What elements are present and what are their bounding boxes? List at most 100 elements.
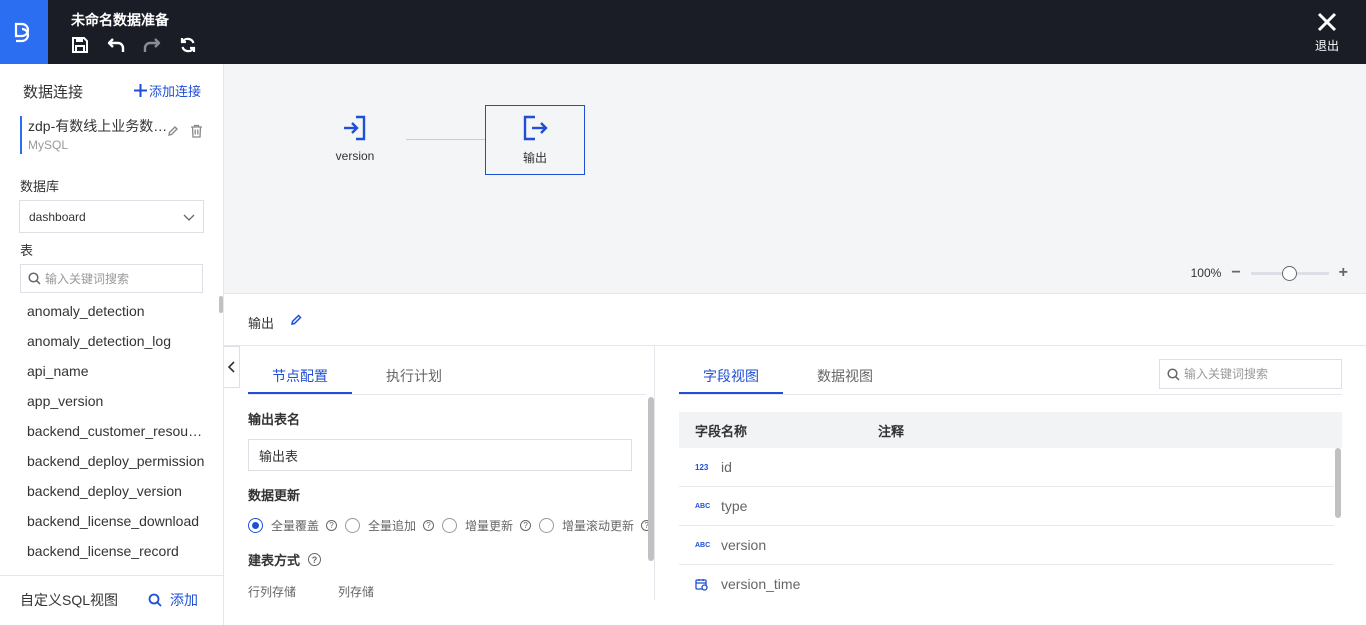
add-connection-button[interactable]: 添加连接 [133,81,201,100]
table-search-input[interactable] [45,271,185,286]
database-value: dashboard [29,209,86,224]
date-type-icon [679,578,721,591]
create-mode-label: 建表方式 [248,553,301,568]
node-label: version [335,149,375,163]
chevron-down-icon [183,214,195,221]
exit-label: 退出 [1314,39,1339,53]
table-item[interactable]: api_name [0,356,205,386]
chevron-left-icon [227,361,235,373]
search-icon [148,593,162,607]
node-version[interactable]: version [305,104,405,174]
node-label: 输出 [522,150,547,165]
connection-item[interactable]: zdp-有数线上业务数据库 MySQL [20,116,210,154]
edit-connection-icon[interactable] [167,125,179,140]
field-table: 字段名称 注释 123 id ABC type ABC version vers… [679,412,1342,600]
plus-icon [133,84,147,97]
close-icon [1317,12,1337,32]
storage-option[interactable]: 列存储 [338,583,374,600]
tab-data-view[interactable]: 数据视图 [783,346,907,394]
table-search [20,264,203,293]
table-row[interactable]: version_time [679,565,1334,600]
table-item[interactable]: anomaly_detection_log [0,326,205,356]
text-type-icon: ABC [695,502,711,510]
update-mode-radios: 全量覆盖 ? 全量追加 ? 增量更新 ? 增量滚动更新 ? [248,517,653,534]
tab-node-config[interactable]: 节点配置 [248,346,352,394]
search-icon [28,272,41,285]
refresh-icon[interactable] [178,35,198,55]
field-table-scrollbar[interactable] [1335,448,1341,518]
help-icon[interactable]: ? [308,553,322,566]
storage-option[interactable]: 行列存储 [248,583,296,600]
create-mode-row: 建表方式 ? [248,550,322,569]
node-panel-header: 输出 [224,294,1366,346]
data-update-label: 数据更新 [248,488,301,503]
table-item[interactable]: anomaly_detection [0,296,205,326]
search-icon [1167,367,1180,381]
field-search-input[interactable] [1184,367,1324,381]
help-icon[interactable]: ? [520,520,532,531]
table-row[interactable]: ABC version [679,526,1334,565]
connection-name: zdp-有数线上业务数据库 [28,118,168,134]
add-sql-view-label: 添加 [170,592,198,608]
text-type-icon: ABC [695,541,711,549]
add-sql-view-button[interactable]: 添加 [148,590,198,610]
field-name: version [721,537,767,553]
logo-icon [14,22,30,43]
app-header: 未命名数据准备 退出 [0,0,1366,64]
database-label: 数据库 [20,179,60,194]
save-icon[interactable] [70,35,90,55]
radio-button[interactable] [248,518,263,533]
custom-sql-section: 自定义SQL视图 添加 [0,575,223,625]
tab-field-view[interactable]: 字段视图 [679,346,783,394]
zoom-slider-thumb[interactable] [1282,265,1298,281]
undo-icon[interactable] [106,35,126,55]
tab-execution-plan[interactable]: 执行计划 [352,346,476,394]
page-title: 未命名数据准备 [71,12,169,28]
pane-divider [654,346,655,600]
radio-button[interactable] [442,518,458,533]
radio-button[interactable] [345,518,361,533]
radio-button[interactable] [539,518,555,533]
radio-full-append[interactable]: 全量追加 ? [345,517,435,534]
output-table-input[interactable] [248,439,632,471]
sidebar: 数据连接 添加连接 zdp-有数线上业务数据库 MySQL 数据库 dashbo… [0,64,224,625]
table-list-scrollbar[interactable] [219,296,223,313]
table-list: anomaly_detection anomaly_detection_log … [0,296,216,576]
column-header: 字段名称 [695,423,748,439]
redo-icon[interactable] [142,35,162,55]
table-item[interactable]: backend_deploy_version [0,476,205,506]
zoom-slider[interactable] [1250,265,1329,281]
radio-label: 增量更新 [465,519,514,533]
zoom-out-button[interactable]: − [1231,265,1240,281]
input-node-icon [344,115,366,141]
help-icon[interactable]: ? [423,520,435,531]
node-config-pane: 节点配置 执行计划 输出表名 数据更新 全量覆盖 ? 全量追加 ? 增量更新 ?… [248,346,654,600]
collapse-sidebar-button[interactable] [224,346,240,388]
field-name: version_time [721,576,801,592]
zoom-in-button[interactable]: + [1339,265,1348,281]
node-panel-title: 输出 [248,316,275,331]
table-item[interactable]: app_version [0,386,205,416]
delete-connection-icon[interactable] [190,124,203,141]
table-row[interactable]: 123 id [679,448,1334,487]
zoom-control: 100% − + [1191,265,1348,281]
field-name: type [721,498,748,514]
table-row[interactable]: ABC type [679,487,1334,526]
table-item[interactable]: backend_license_record [0,536,205,566]
field-table-header: 字段名称 注释 [679,412,1342,448]
radio-incremental[interactable]: 增量更新 ? [442,517,532,534]
table-item[interactable]: backend_customer_resource [0,416,205,446]
radio-incremental-rolling[interactable]: 增量滚动更新 ? [539,517,653,534]
flow-canvas[interactable]: version 输出 100% − + [224,64,1366,294]
table-item[interactable]: backend_deploy_permission [0,446,205,476]
number-type-icon: 123 [695,462,709,472]
node-output[interactable]: 输出 [485,105,585,175]
exit-button[interactable]: 退出 [1312,12,1342,54]
database-select[interactable]: dashboard [19,200,204,233]
edit-title-icon[interactable] [290,313,303,329]
help-icon[interactable]: ? [326,520,338,531]
table-item[interactable]: backend_license_download [0,506,205,536]
add-connection-label: 添加连接 [148,84,201,99]
storage-options: 行列存储 列存储 [248,583,374,600]
radio-full-overwrite[interactable]: 全量覆盖 ? [248,517,338,534]
